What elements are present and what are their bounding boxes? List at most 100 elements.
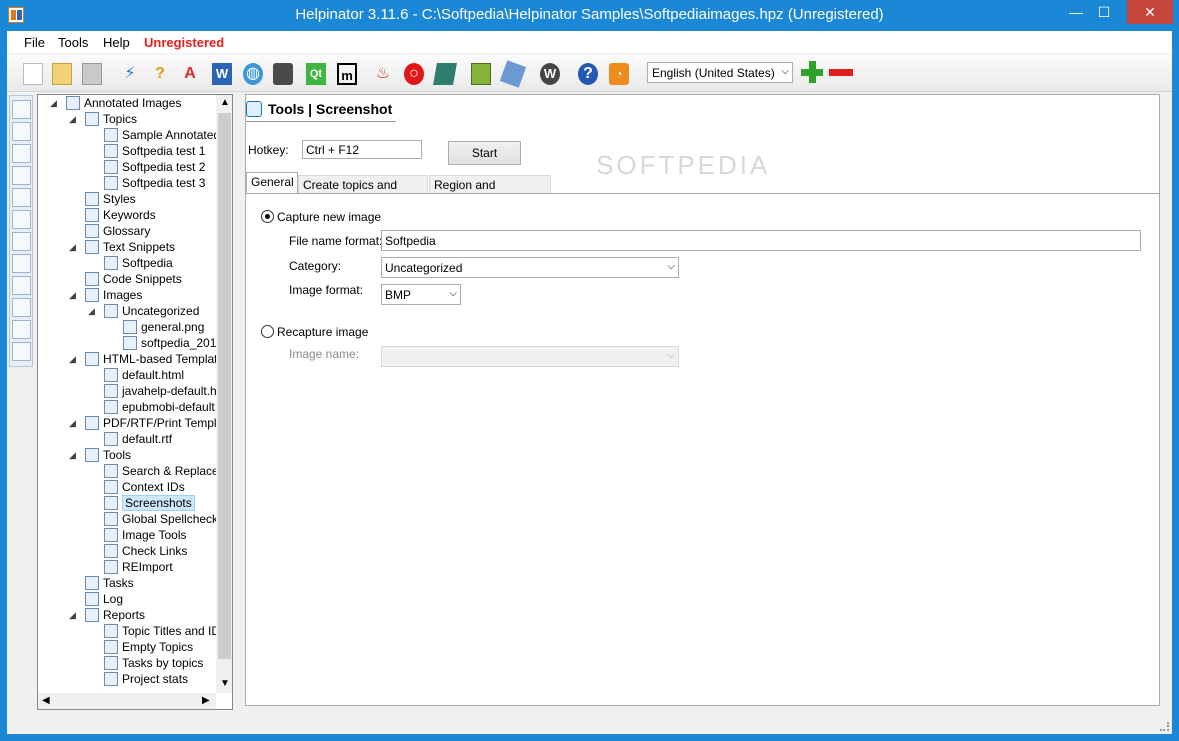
tree-node[interactable]: Keywords: [85, 207, 156, 223]
tree-node[interactable]: Screenshots: [104, 495, 195, 511]
tree-node[interactable]: Softpedia test 3: [104, 175, 205, 191]
tree-node[interactable]: Image Tools: [104, 527, 186, 543]
expand-arrow-icon[interactable]: ◢: [69, 287, 76, 303]
tree-node[interactable]: javahelp-default.htm: [104, 383, 216, 399]
tree-node[interactable]: Softpedia test 1: [104, 143, 205, 159]
tree-node[interactable]: ◢ PDF/RTF/Print Template: [69, 415, 216, 431]
tab-region-background[interactable]: Region and Background: [429, 175, 551, 206]
tree-node[interactable]: Context IDs: [104, 479, 185, 495]
capture-new-radio[interactable]: Capture new image: [261, 210, 381, 224]
opera-icon[interactable]: ○: [401, 60, 425, 86]
save-icon[interactable]: [79, 60, 103, 86]
web-icon[interactable]: ◍: [240, 60, 264, 86]
tab-create-topics[interactable]: Create topics and guides: [298, 175, 428, 206]
menu-file[interactable]: File: [24, 35, 45, 50]
tree-node[interactable]: Softpedia: [104, 255, 173, 271]
tree-node[interactable]: ◢ Tools: [69, 447, 131, 463]
tree-node[interactable]: Sample Annotated I: [104, 127, 216, 143]
wordpress-icon[interactable]: W: [537, 60, 561, 86]
tree-node[interactable]: Empty Topics: [104, 639, 193, 655]
tree-node[interactable]: ◢ Topics: [69, 111, 137, 127]
start-button[interactable]: Start: [448, 141, 521, 165]
recapture-radio[interactable]: Recapture image: [261, 325, 368, 339]
tree-node[interactable]: Softpedia test 2: [104, 159, 205, 175]
category-select[interactable]: Uncategorized ⌵: [381, 257, 679, 278]
tree-node[interactable]: epubmobi-default.h: [104, 399, 216, 415]
scroll-right-icon[interactable]: ▶: [202, 695, 210, 706]
expand-arrow-icon[interactable]: ◢: [50, 95, 57, 111]
project-tree[interactable]: ◢ Annotated Images ◢ Topics Sample Annotated…: [37, 94, 233, 710]
tree-node[interactable]: ◢ Text Snippets: [69, 239, 175, 255]
tree-node[interactable]: Global Spellcheck: [104, 511, 216, 527]
epub-icon[interactable]: [468, 60, 492, 86]
tree-node[interactable]: Project stats: [104, 671, 188, 687]
rss-icon[interactable]: ◔: [606, 60, 630, 86]
language-select[interactable]: English (United States) ⌵: [647, 62, 793, 83]
chm-icon[interactable]: ?: [147, 60, 171, 86]
scroll-left-icon[interactable]: ◀: [42, 695, 50, 706]
expand-arrow-icon[interactable]: ◢: [69, 111, 76, 127]
tools-side-icon[interactable]: [12, 298, 31, 317]
tree-node[interactable]: default.html: [104, 367, 184, 383]
compile-icon[interactable]: ⚡: [117, 60, 141, 86]
tree-node[interactable]: Tasks: [85, 575, 134, 591]
image-format-select[interactable]: BMP ⌵: [381, 284, 461, 305]
file-name-format-input[interactable]: Softpedia: [381, 230, 1141, 251]
maximize-button[interactable]: ☐: [1089, 0, 1119, 24]
tree-node[interactable]: general.png: [123, 319, 204, 335]
tree-horizontal-scrollbar[interactable]: ◀ ▶: [38, 693, 216, 709]
help-icon[interactable]: ?: [575, 60, 599, 86]
tree-node[interactable]: ◢ HTML-based Templates: [69, 351, 216, 367]
tree-node[interactable]: ◢ Annotated Images: [50, 95, 181, 111]
reports-side-icon[interactable]: [12, 342, 31, 361]
tree-node[interactable]: Styles: [85, 191, 136, 207]
scroll-up-icon[interactable]: ▲: [220, 97, 230, 108]
close-button[interactable]: ✕: [1127, 0, 1173, 24]
print-side-icon[interactable]: [12, 276, 31, 295]
mobile-icon[interactable]: [499, 60, 527, 88]
expand-arrow-icon[interactable]: ◢: [69, 415, 76, 431]
template-side-icon[interactable]: [12, 232, 31, 251]
qt-icon[interactable]: Qt: [303, 60, 327, 86]
pdf-icon[interactable]: A: [177, 60, 201, 86]
java-icon[interactable]: ♨: [370, 60, 394, 86]
open-icon[interactable]: [49, 60, 73, 86]
tree-node[interactable]: Check Links: [104, 543, 187, 559]
tree-node[interactable]: Log: [85, 591, 123, 607]
tasks-side-icon[interactable]: [12, 320, 31, 339]
print-icon[interactable]: [270, 60, 294, 86]
word-icon[interactable]: W: [209, 60, 233, 86]
expand-arrow-icon[interactable]: ◢: [88, 303, 95, 319]
remove-language-icon[interactable]: [829, 69, 853, 76]
resize-grip[interactable]: [1160, 722, 1169, 731]
tree-node[interactable]: ◢ Reports: [69, 607, 145, 623]
tree-node[interactable]: softpedia_2014: [123, 335, 216, 351]
tree-node[interactable]: ◢ Uncategorized: [88, 303, 199, 319]
menu-help[interactable]: Help: [103, 35, 130, 50]
expand-arrow-icon[interactable]: ◢: [69, 239, 76, 255]
footsteps-side-icon[interactable]: [12, 210, 31, 229]
tree-node[interactable]: Topic Titles and IDs: [104, 623, 216, 639]
screenshot-side-icon[interactable]: [12, 254, 31, 273]
tree-node[interactable]: Search & Replace: [104, 463, 216, 479]
expand-arrow-icon[interactable]: ◢: [69, 351, 76, 367]
tree-node[interactable]: Code Snippets: [85, 271, 182, 287]
image-side-icon[interactable]: [12, 188, 31, 207]
menu-tools[interactable]: Tools: [58, 35, 88, 50]
tree-node[interactable]: ◢ Images: [69, 287, 142, 303]
menu-unregistered[interactable]: Unregistered: [144, 35, 224, 50]
layout-side-icon[interactable]: [12, 144, 31, 163]
minimize-button[interactable]: —: [1061, 0, 1091, 24]
tree-node[interactable]: Tasks by topics: [104, 655, 203, 671]
m-icon[interactable]: m: [334, 60, 358, 86]
scroll-down-icon[interactable]: ▼: [220, 678, 230, 689]
ebook-icon[interactable]: [432, 60, 457, 86]
expand-arrow-icon[interactable]: ◢: [69, 447, 76, 463]
expand-arrow-icon[interactable]: ◢: [69, 607, 76, 623]
tree-vertical-scrollbar[interactable]: ▲ ▼: [216, 95, 232, 693]
tree-node[interactable]: REImport: [104, 559, 173, 575]
hotkey-input[interactable]: Ctrl + F12: [302, 140, 422, 159]
tree-node[interactable]: Glossary: [85, 223, 150, 239]
code-side-icon[interactable]: [12, 166, 31, 185]
tab-general[interactable]: General: [246, 172, 298, 194]
